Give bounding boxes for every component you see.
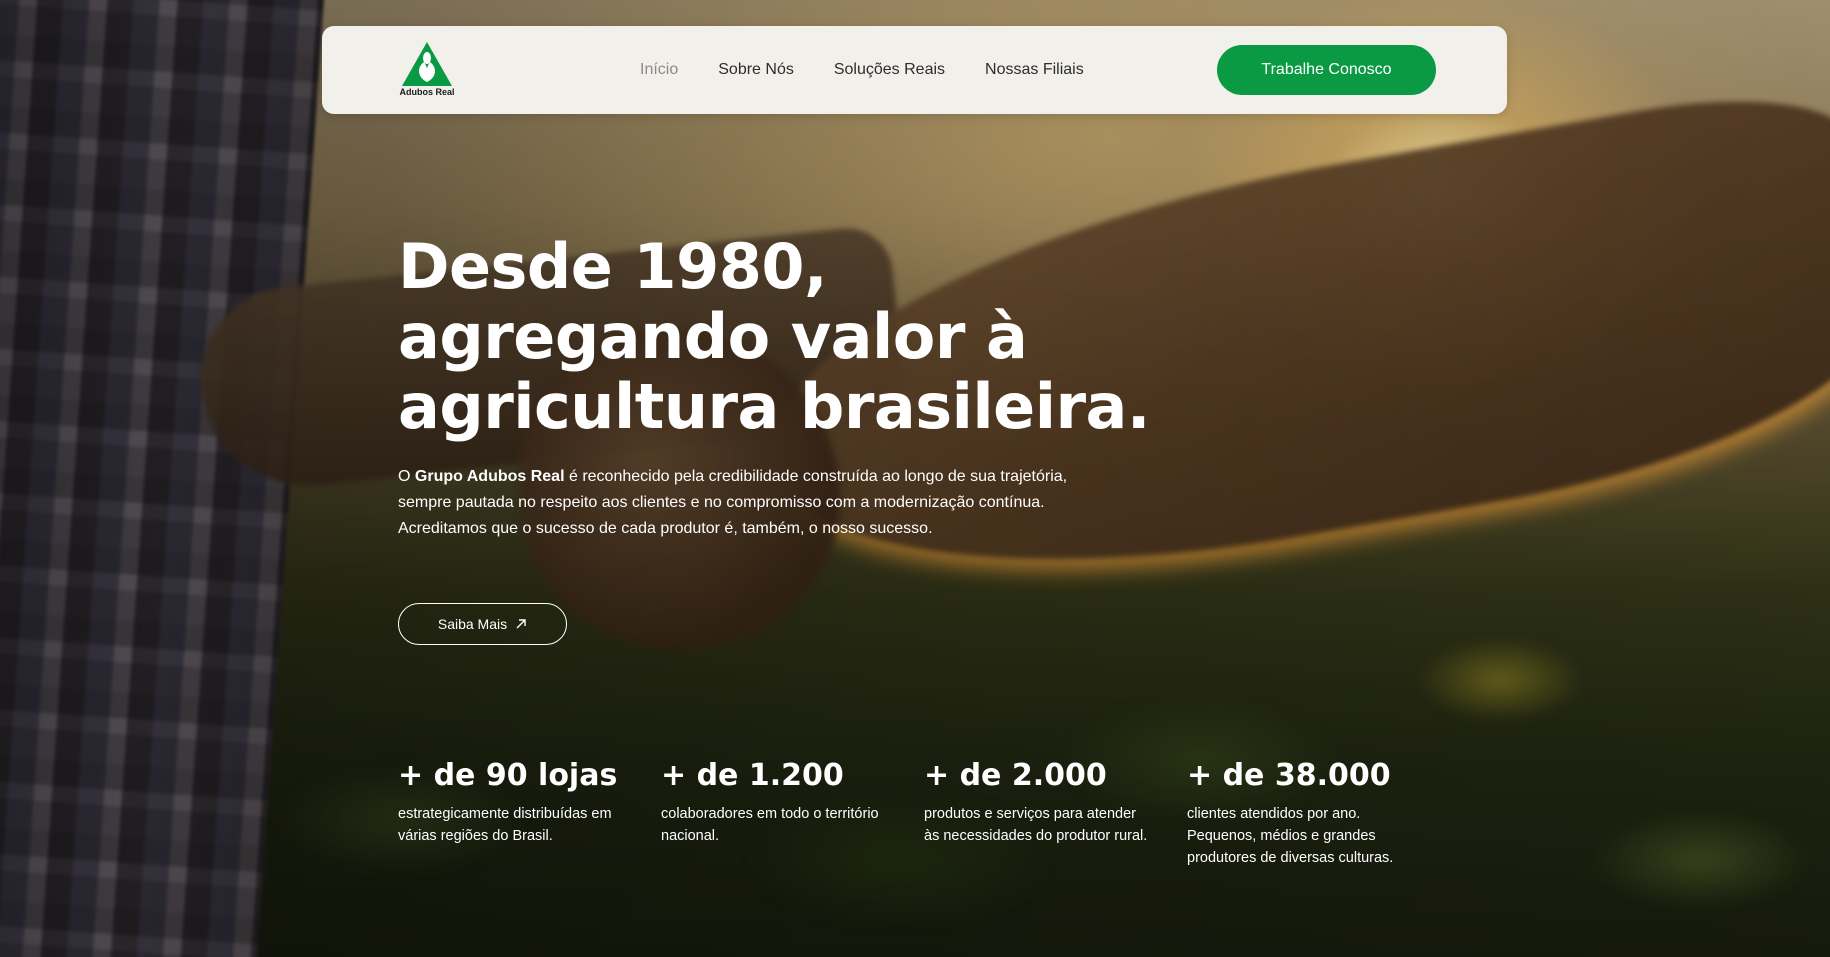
hero-intro-text: O Grupo Adubos Real é reconhecido pela c… xyxy=(398,464,1088,542)
saiba-mais-label: Saiba Mais xyxy=(437,616,508,632)
stats-row: + de 90 lojas estrategicamente distribuí… xyxy=(398,755,1450,869)
stat-produtos: + de 2.000 produtos e serviços para aten… xyxy=(924,755,1187,869)
stat-clientes: + de 38.000 clientes atendidos por ano. … xyxy=(1187,755,1450,869)
stat-description: produtos e serviços para atender às nece… xyxy=(924,806,1148,844)
intro-prefix: O xyxy=(398,468,415,485)
stat-value: + de 2.000 xyxy=(924,758,1107,793)
hero-headline: Desde 1980, agregando valor à agricultur… xyxy=(398,232,1198,442)
trabalhe-conosco-button[interactable]: Trabalhe Conosco xyxy=(1217,45,1436,95)
stat-description: estrategicamente distribuídas em várias … xyxy=(398,806,612,844)
stat-value: + de 1.200 xyxy=(661,758,844,793)
stat-description: clientes atendidos por ano. Pequenos, mé… xyxy=(1187,806,1394,866)
headline-line-1: Desde 1980, xyxy=(398,230,828,303)
stat-colaboradores: + de 1.200 colaboradores em todo o terri… xyxy=(661,755,924,869)
stat-value: + de 90 lojas xyxy=(398,758,618,793)
nav-item-inicio[interactable]: Início xyxy=(640,61,678,79)
intro-company-name: Grupo Adubos Real xyxy=(414,468,565,485)
main-menu: Início Sobre Nós Soluções Reais Nossas F… xyxy=(640,26,1084,114)
stat-description: colaboradores em todo o território nacio… xyxy=(661,806,879,844)
leaf-logo-icon xyxy=(402,42,452,86)
nav-item-nossas-filiais[interactable]: Nossas Filiais xyxy=(985,61,1084,79)
headline-line-2: agregando valor à xyxy=(398,300,1028,373)
stat-lojas: + de 90 lojas estrategicamente distribuí… xyxy=(398,755,661,869)
stat-value: + de 38.000 xyxy=(1187,758,1391,793)
brand-logo[interactable]: Adubos Real xyxy=(392,42,462,102)
headline-line-3: agricultura brasileira. xyxy=(398,370,1150,443)
navbar: Adubos Real Início Sobre Nós Soluções Re… xyxy=(322,26,1507,114)
brand-name: Adubos Real xyxy=(399,87,455,97)
saiba-mais-button[interactable]: Saiba Mais xyxy=(398,603,567,645)
arrow-up-right-icon xyxy=(516,619,526,629)
hero-section: Adubos Real Início Sobre Nós Soluções Re… xyxy=(0,0,1830,957)
nav-item-solucoes-reais[interactable]: Soluções Reais xyxy=(834,61,945,79)
nav-item-sobre-nos[interactable]: Sobre Nós xyxy=(718,61,794,79)
